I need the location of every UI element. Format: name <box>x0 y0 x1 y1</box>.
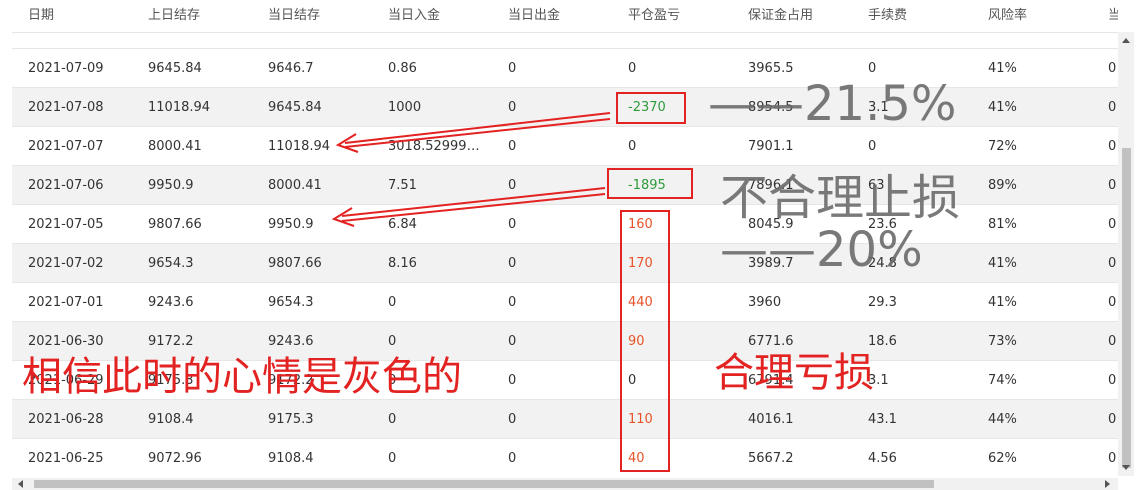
arrow-line-1b <box>344 118 611 148</box>
annotation-pct-20: ——20% <box>720 222 923 278</box>
arrow-line-1 <box>344 112 611 144</box>
annotation-mood: 相信此时的心情是灰色的 <box>22 354 462 400</box>
arrow-line-2b <box>341 193 606 222</box>
arrow-head-2 <box>331 207 355 227</box>
arrow-line-2 <box>341 187 606 217</box>
annotation-arrows <box>331 112 611 227</box>
annotation-reasonable-loss: 合理亏损 <box>714 350 874 396</box>
annotation-unreasonable-stop: 不合理止损 <box>720 170 961 226</box>
annotation-pct-21: ——21.5% <box>708 76 957 132</box>
